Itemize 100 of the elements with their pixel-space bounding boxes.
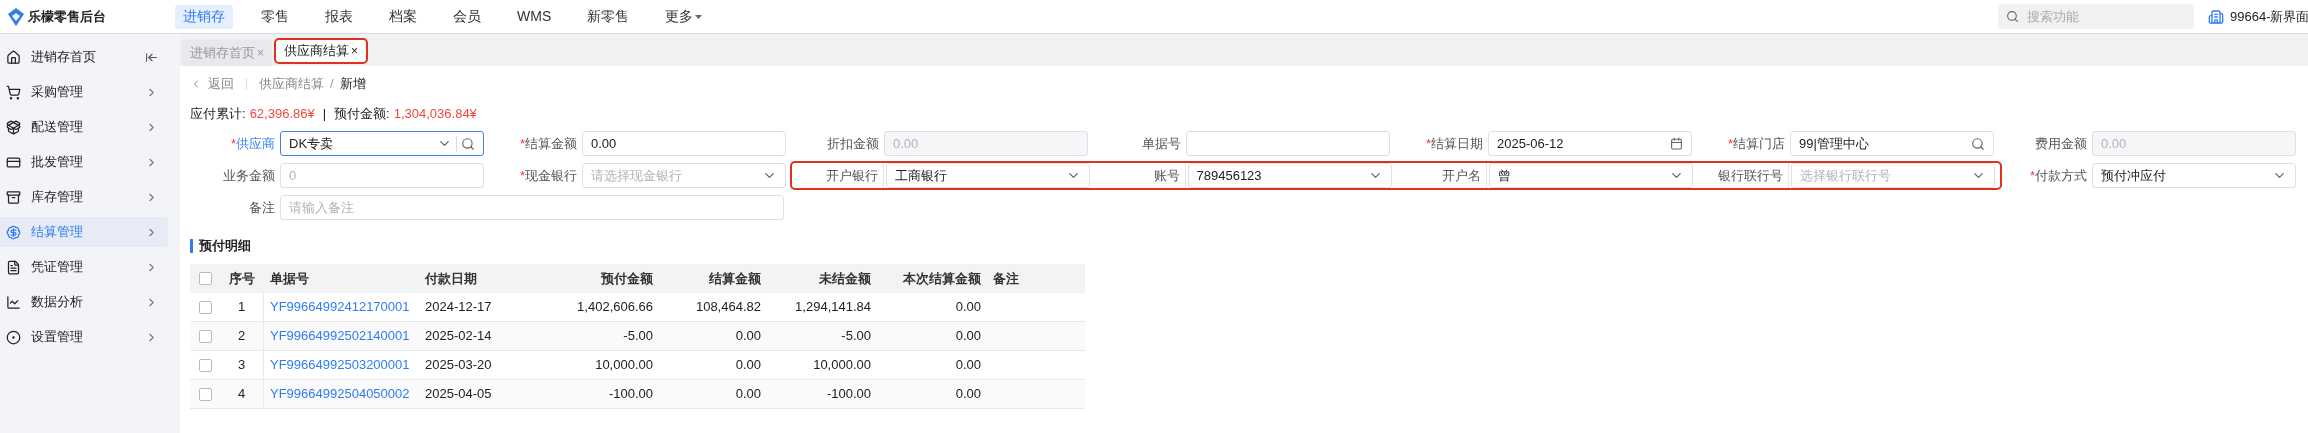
- table-cell-text: -5.00: [840, 327, 872, 346]
- input-field[interactable]: 789456123: [1187, 163, 1392, 188]
- field-label: 折扣金额: [826, 134, 880, 153]
- sidebar-item[interactable]: 进销存首页: [0, 42, 168, 72]
- document-icon: [6, 259, 21, 275]
- table-cell-text: 0.00: [954, 298, 982, 317]
- breadcrumb-separator: /: [330, 75, 334, 94]
- table-cell-text: 1,402,606.66: [576, 298, 654, 317]
- input-field[interactable]: 预付冲应付: [2092, 163, 2296, 188]
- sidebar-item[interactable]: 凭证管理: [0, 252, 168, 282]
- checkbox[interactable]: [198, 272, 212, 285]
- home-icon: [6, 49, 21, 65]
- table-cell-text: 108,464.82: [694, 298, 762, 317]
- collapse-icon: [145, 50, 158, 64]
- table-cell-text: 0.00: [954, 385, 982, 404]
- document-link[interactable]: YF99664992502140001: [264, 322, 419, 350]
- search-icon: [2006, 10, 2019, 23]
- dollar-icon: [6, 224, 21, 240]
- store-icon: [2208, 8, 2224, 25]
- field-label: 业务金额: [222, 166, 276, 185]
- archive-icon: [6, 189, 21, 205]
- field-placeholder: 0.00: [2101, 134, 2128, 153]
- logo-icon: [8, 7, 24, 26]
- section-title: 预付明细: [199, 237, 251, 256]
- nav-tab[interactable]: WMS: [509, 4, 560, 29]
- input-field[interactable]: 99|管理中心: [1790, 131, 1994, 156]
- nav-tab[interactable]: 新零售: [579, 4, 638, 29]
- checkbox[interactable]: [198, 358, 212, 372]
- input-field[interactable]: DK专卖: [280, 131, 484, 156]
- field-label: 费用金额: [2034, 134, 2088, 153]
- field-label: *结算门店: [1726, 134, 1786, 153]
- column-header: 备注: [992, 269, 1020, 288]
- column-header: 结算金额: [708, 269, 762, 288]
- table-cell: 3: [220, 351, 264, 379]
- summary-separator: |: [322, 105, 327, 124]
- sidebar-item[interactable]: 数据分析: [0, 287, 168, 317]
- table-cell-text: 0.00: [734, 385, 762, 404]
- field-label: *结算金额: [518, 134, 578, 153]
- store-name: 99664-新界面: [2230, 7, 2308, 26]
- search-icon: [461, 136, 475, 151]
- breadcrumb-item[interactable]: 供应商结算: [259, 74, 324, 94]
- table-cell-text: 1,294,141.84: [794, 298, 872, 317]
- table-cell-text: 0.00: [954, 327, 982, 346]
- sidebar-item[interactable]: 库存管理: [0, 182, 168, 212]
- column-header: 本次结算金额: [902, 269, 982, 288]
- nav-tab[interactable]: 档案: [381, 4, 425, 29]
- table-cell: 4: [220, 380, 264, 408]
- field-value: 99|管理中心: [1799, 134, 1870, 153]
- sidebar-item[interactable]: 采购管理: [0, 77, 168, 107]
- field-placeholder: 0.00: [893, 134, 920, 153]
- summary-label: 预付金额:: [334, 105, 390, 124]
- field-label: *付款方式: [2028, 166, 2088, 185]
- nav-tab[interactable]: 零售: [253, 4, 297, 29]
- summary-value: 62,396.86¥: [249, 105, 315, 124]
- sidebar-item[interactable]: 设置管理: [0, 322, 168, 352]
- field-label: *现金银行: [518, 166, 578, 185]
- close-icon[interactable]: ×: [351, 42, 359, 60]
- document-link[interactable]: YF99664992412170001: [264, 293, 419, 321]
- input-field[interactable]: 曾: [1489, 163, 1693, 188]
- checkbox[interactable]: [198, 300, 212, 314]
- field-value: 0.00: [591, 134, 618, 153]
- nav-tab[interactable]: 更多: [657, 4, 711, 29]
- table-cell-text: 0.00: [734, 327, 762, 346]
- chart-icon: [6, 294, 21, 310]
- table-cell-text: 0.00: [954, 356, 982, 375]
- sidebar-item[interactable]: 批发管理: [0, 147, 168, 177]
- checkbox[interactable]: [198, 329, 212, 343]
- column-header: 序号: [228, 269, 256, 288]
- field-value: 预付冲应付: [2101, 166, 2167, 185]
- field-placeholder: 选择银行联行号: [1799, 166, 1892, 185]
- app-title: 乐檬零售后台: [28, 7, 106, 26]
- field-label: *结算日期: [1424, 134, 1484, 153]
- nav-tab[interactable]: 会员: [445, 4, 489, 29]
- input-field[interactable]: [1186, 131, 1390, 156]
- field-placeholder: 请选择现金银行: [591, 166, 683, 185]
- back-link[interactable]: 返回: [208, 74, 234, 94]
- document-link[interactable]: YF99664992504050002: [264, 380, 419, 408]
- summary-value: 1,304,036.84¥: [393, 105, 477, 124]
- table-cell-text: 2025-04-05: [424, 385, 493, 404]
- field-placeholder: 请输入备注: [289, 198, 355, 217]
- settings-icon: [6, 329, 21, 345]
- table-cell-text: 10,000.00: [812, 356, 872, 375]
- table-cell-text: -5.00: [622, 327, 654, 346]
- document-link[interactable]: YF99664992503200001: [264, 351, 419, 379]
- sidebar-item[interactable]: 配送管理: [0, 112, 168, 142]
- search-placeholder: 搜索功能: [2027, 7, 2079, 26]
- input-field[interactable]: 0.00: [582, 131, 786, 156]
- table-cell-text: 0.00: [734, 356, 762, 375]
- field-label: 银行联行号: [1698, 163, 1789, 188]
- field-value: 789456123: [1196, 166, 1263, 185]
- page-tab[interactable]: 供应商结算×: [274, 38, 369, 64]
- checkbox[interactable]: [198, 387, 212, 401]
- column-header: 付款日期: [423, 269, 478, 288]
- nav-tab[interactable]: 报表: [317, 4, 361, 29]
- column-header: 未结金额: [818, 269, 872, 288]
- field-label: 开户名: [1397, 163, 1487, 188]
- input-field[interactable]: 2025-06-12: [1488, 131, 1692, 156]
- input-field[interactable]: 工商银行: [886, 163, 1090, 188]
- package-icon: [6, 119, 21, 135]
- field-label: 备注: [248, 198, 276, 217]
